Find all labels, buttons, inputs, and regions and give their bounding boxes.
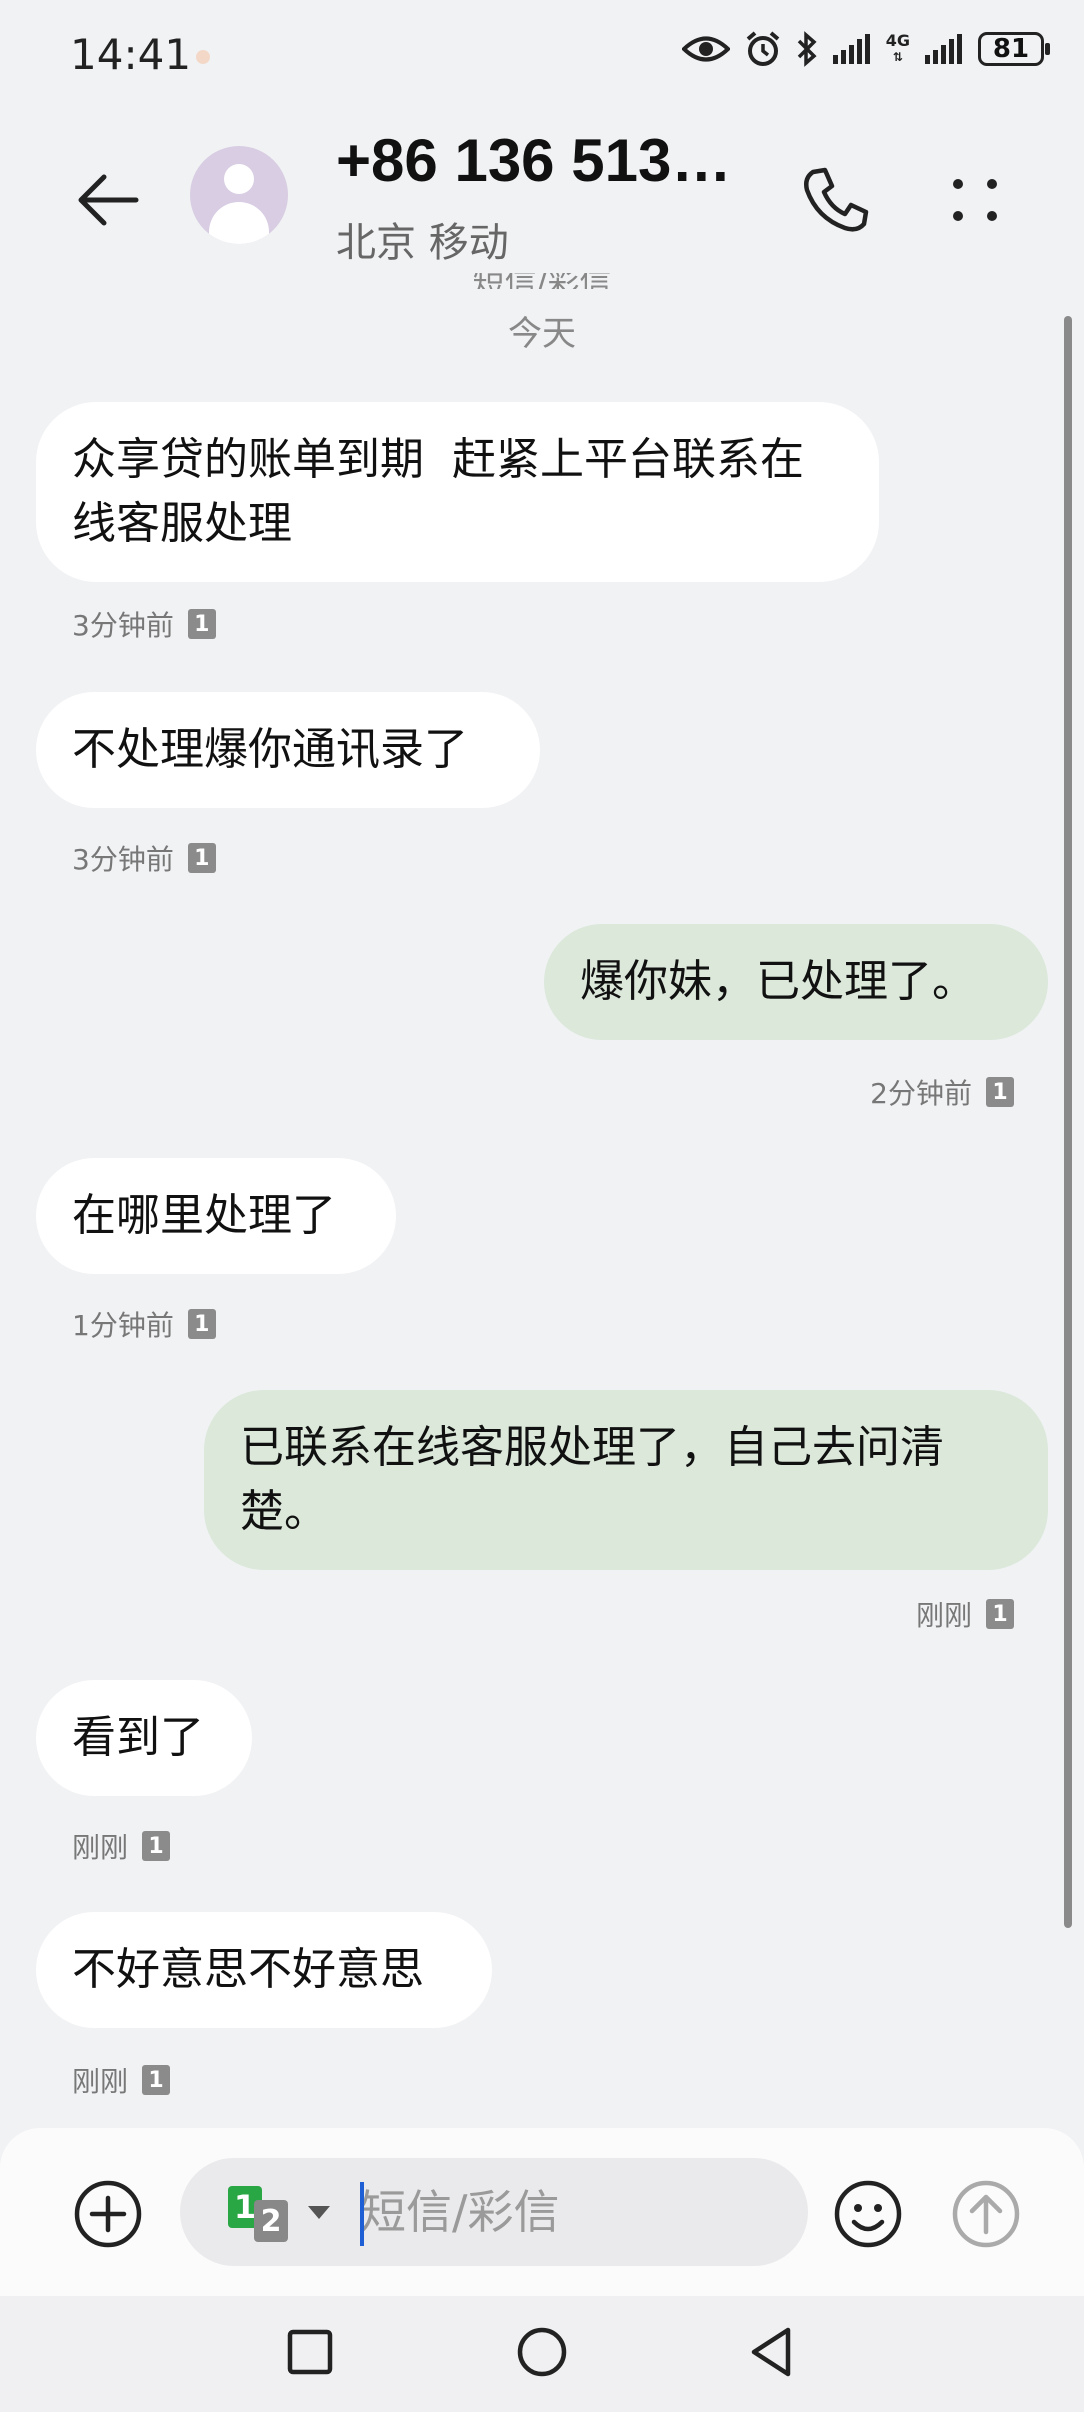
arrow-left-icon	[78, 174, 139, 226]
composer-panel: 1 2 短信/彩信	[0, 2128, 1084, 2296]
triangle-back-icon	[751, 2327, 791, 2377]
circle-icon	[517, 2327, 567, 2377]
message-time: 刚刚	[72, 2065, 129, 2098]
contact-avatar[interactable]	[190, 146, 288, 244]
system-navigation-bar	[0, 2296, 1084, 2412]
sim-indicator: 1	[187, 1309, 216, 1339]
message-bubble-incoming[interactable]: 看到了	[36, 1680, 252, 1796]
message-text: 在哪里处理了	[72, 1190, 336, 1241]
message-bubble-incoming[interactable]: 众享贷的账单到期 赶紧上平台联系在线客服处理	[36, 402, 879, 582]
battery-level: 81	[992, 34, 1030, 64]
message-time: 3分钟前	[72, 609, 174, 642]
message-time: 刚刚	[72, 1831, 129, 1864]
square-icon	[287, 2329, 333, 2375]
message-meta: 刚刚 1	[72, 1826, 171, 1866]
notification-dot	[196, 50, 210, 64]
contact-name[interactable]: +86 136 513…	[336, 126, 731, 195]
message-text: 不好意思不好意思	[72, 1944, 424, 1995]
bluetooth-icon	[796, 31, 818, 67]
message-meta: 刚刚 1	[72, 2060, 171, 2100]
message-meta: 3分钟前 1	[72, 838, 216, 878]
date-separator: 今天	[508, 314, 576, 354]
back-nav-button[interactable]	[742, 2322, 802, 2382]
text-cursor	[360, 2182, 364, 2246]
signal-icon-2	[924, 33, 964, 65]
call-button[interactable]	[795, 160, 875, 240]
scrollbar[interactable]	[1064, 316, 1072, 1928]
sim2-badge: 2	[254, 2200, 288, 2242]
avatar-head-shape	[224, 164, 254, 194]
message-bubble-outgoing[interactable]: 已联系在线客服处理了，自己去问清楚。	[204, 1390, 1048, 1570]
phone-icon	[804, 167, 869, 232]
signal-icon	[832, 33, 872, 65]
more-dots-icon	[953, 179, 997, 221]
sim-indicator: 1	[986, 1599, 1014, 1629]
recents-button[interactable]	[280, 2322, 340, 2382]
more-options-button[interactable]	[940, 160, 1010, 240]
contact-location: 北京 移动	[336, 220, 509, 266]
data-arrows-icon: ⇅	[892, 50, 903, 64]
arrow-up-circle-icon	[952, 2180, 1020, 2248]
chevron-down-icon[interactable]	[308, 2206, 330, 2219]
message-time: 刚刚	[915, 1599, 972, 1632]
conversation-header: +86 136 513… 北京 移动	[0, 110, 1084, 280]
input-placeholder: 短信/彩信	[360, 2185, 560, 2239]
plus-circle-icon	[74, 2180, 142, 2248]
alarm-icon	[744, 30, 782, 68]
message-bubble-incoming[interactable]: 在哪里处理了	[36, 1158, 396, 1274]
avatar-body-shape	[209, 202, 269, 244]
message-text: 已联系在线客服处理了，自己去问清楚。	[240, 1422, 944, 1537]
message-time: 1分钟前	[72, 1309, 174, 1342]
message-bubble-incoming[interactable]: 不好意思不好意思	[36, 1912, 492, 2028]
message-input[interactable]: 1 2 短信/彩信	[180, 2158, 808, 2266]
message-bubble-incoming[interactable]: 不处理爆你通讯录了	[36, 692, 540, 808]
message-time: 2分钟前	[870, 1077, 972, 1110]
message-text: 不处理爆你通讯录了	[72, 724, 468, 775]
eye-icon	[681, 34, 730, 64]
message-text: 众享贷的账单到期 赶紧上平台联系在线客服处理	[72, 434, 804, 549]
message-text: 看到了	[72, 1712, 204, 1763]
status-time: 14:41	[70, 30, 192, 79]
message-bubble-outgoing[interactable]: 爆你妹，已处理了。	[544, 924, 1048, 1040]
sim-indicator: 1	[187, 843, 216, 873]
message-time: 3分钟前	[72, 843, 174, 876]
emoji-button[interactable]	[832, 2178, 904, 2250]
message-meta: 1分钟前 1	[72, 1304, 216, 1344]
message-meta: 2分钟前 1	[870, 1072, 1014, 1112]
smiley-icon	[834, 2180, 902, 2248]
sim-indicator: 1	[142, 2065, 171, 2095]
channel-label-cutoff: 短信/彩信	[0, 273, 1084, 289]
sim-indicator: 1	[986, 1077, 1014, 1107]
message-meta: 刚刚 1	[916, 1594, 1014, 1634]
sim-selector[interactable]: 1 2	[228, 2186, 308, 2246]
send-button[interactable]	[950, 2178, 1022, 2250]
add-attachment-button[interactable]	[72, 2178, 144, 2250]
battery-icon: 81	[978, 32, 1050, 66]
status-bar: 14:41 4G ⇅ 81	[0, 0, 1084, 110]
sim-indicator: 1	[187, 609, 216, 639]
message-text: 爆你妹，已处理了。	[580, 956, 976, 1007]
network-label: 4G	[885, 31, 910, 50]
status-icons: 4G ⇅ 81	[681, 30, 1050, 68]
network-type-4g: 4G ⇅	[886, 33, 910, 65]
message-meta: 3分钟前 1	[72, 604, 216, 644]
sim-indicator: 1	[142, 1831, 171, 1861]
back-button[interactable]	[70, 160, 150, 240]
home-button[interactable]	[512, 2322, 572, 2382]
